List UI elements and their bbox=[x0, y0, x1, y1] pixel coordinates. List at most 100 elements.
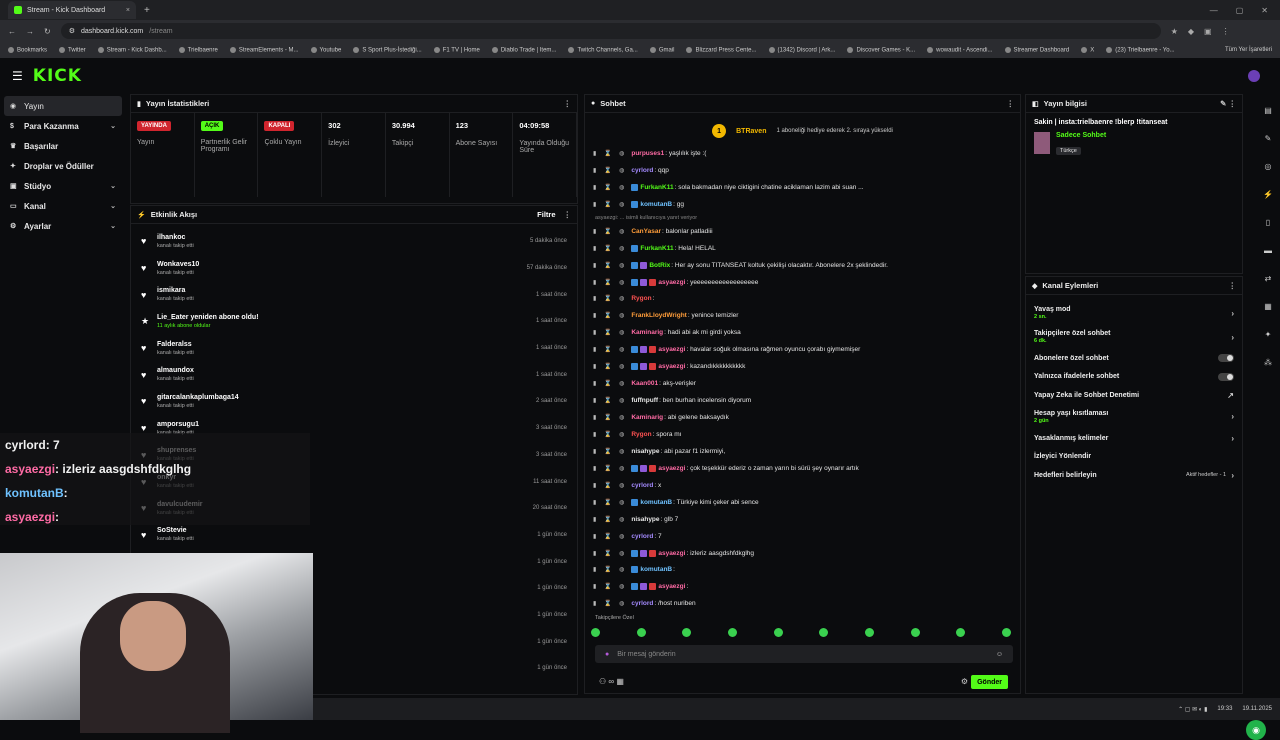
rail-file-icon[interactable]: ▯ bbox=[1256, 208, 1280, 236]
extension-icon[interactable]: ◆ bbox=[1188, 27, 1194, 36]
chat-username[interactable]: Rygon bbox=[631, 295, 651, 302]
chevron-right-icon[interactable]: › bbox=[1231, 333, 1234, 342]
bookmark-item[interactable]: wowaudit - Ascendi... bbox=[927, 46, 993, 53]
chat-username[interactable]: Kaminarig bbox=[631, 329, 663, 336]
rail-wrench-icon[interactable]: ✦ bbox=[1256, 320, 1280, 348]
toggle-switch[interactable] bbox=[1218, 354, 1234, 363]
hamburger-menu-icon[interactable]: ☰ bbox=[12, 69, 23, 83]
channel-action-item[interactable]: Hesap yaşı kısıtlaması 2 gün › bbox=[1026, 405, 1242, 429]
sidebar-item-5[interactable]: ▭ Kanal ⌄ bbox=[0, 196, 126, 216]
message-mod-tools-icon[interactable]: ▮ ⌛ ◍ bbox=[593, 533, 627, 540]
chat-settings-icon[interactable]: ⚙ bbox=[961, 677, 968, 686]
channel-action-item[interactable]: Yasaklanmış kelimeler › bbox=[1026, 429, 1242, 448]
message-mod-tools-icon[interactable]: ▮ ⌛ ◍ bbox=[593, 167, 627, 174]
top-gifter-name[interactable]: BTRaven bbox=[736, 128, 766, 135]
chat-username[interactable]: asyaezgi bbox=[658, 465, 685, 472]
rail-grid-icon[interactable]: ▦ bbox=[1256, 292, 1280, 320]
sidebar-item-1[interactable]: $ Para Kazanma ⌄ bbox=[0, 116, 126, 136]
category-name[interactable]: Sadece Sohbet bbox=[1056, 132, 1106, 139]
chat-username[interactable]: nisahype bbox=[631, 448, 659, 455]
channel-action-item[interactable]: Hedefleri belirleyin Aktif hedefler - 1 › bbox=[1026, 466, 1242, 485]
chat-tools-icon[interactable]: ⚇ ∞ ▦ bbox=[599, 677, 624, 686]
chevron-right-icon[interactable]: › bbox=[1231, 412, 1234, 421]
bookmark-item[interactable]: Twitter bbox=[59, 46, 86, 53]
chat-username[interactable]: FurkanK11 bbox=[640, 184, 673, 191]
chat-username[interactable]: CanYasar bbox=[631, 228, 661, 235]
bookmark-item[interactable]: StreamElements - M... bbox=[229, 46, 299, 53]
sidebar-item-4[interactable]: ▣ Stüdyo ⌄ bbox=[0, 176, 126, 196]
chat-username[interactable]: cyrlord bbox=[631, 482, 653, 489]
message-mod-tools-icon[interactable]: ▮ ⌛ ◍ bbox=[593, 550, 627, 557]
emote-icon[interactable] bbox=[1001, 628, 1011, 637]
bookmark-item[interactable]: F1 TV | Home bbox=[433, 46, 480, 53]
activity-name[interactable]: amporsugu1 bbox=[157, 421, 199, 428]
rail-camera-icon[interactable]: ◎ bbox=[1256, 152, 1280, 180]
minimize-icon[interactable]: — bbox=[1210, 6, 1218, 15]
new-tab-button[interactable]: + bbox=[144, 5, 150, 16]
bookmark-item[interactable]: Discover Games - K... bbox=[847, 46, 915, 53]
bookmark-item[interactable]: Blizzard Press Cente... bbox=[686, 46, 757, 53]
sidebar-item-3[interactable]: ✦ Droplar ve Ödüller bbox=[0, 156, 126, 176]
message-mod-tools-icon[interactable]: ▮ ⌛ ◍ bbox=[593, 414, 627, 421]
emote-icon[interactable] bbox=[819, 628, 829, 637]
emote-icon[interactable] bbox=[773, 628, 783, 637]
channel-action-item[interactable]: Abonelere özel sohbet bbox=[1026, 349, 1242, 368]
message-mod-tools-icon[interactable]: ▮ ⌛ ◍ bbox=[593, 583, 627, 590]
emote-icon[interactable] bbox=[591, 628, 600, 637]
mic-icon[interactable]: ● bbox=[605, 651, 609, 658]
activity-name[interactable]: ismikara bbox=[157, 287, 194, 294]
message-mod-tools-icon[interactable]: ▮ ⌛ ◍ bbox=[593, 566, 627, 573]
chat-username[interactable]: BotRix bbox=[649, 262, 670, 269]
sidebar-item-6[interactable]: ⚙ Ayarlar ⌄ bbox=[0, 216, 126, 236]
close-tab-icon[interactable]: × bbox=[126, 7, 130, 14]
chat-username[interactable]: FrankLloydWright bbox=[631, 312, 687, 319]
bookmark-item[interactable]: S Sport Plus-İstediği... bbox=[353, 46, 422, 53]
actions-more-icon[interactable]: ⋮ bbox=[1229, 281, 1237, 290]
bookmark-item[interactable]: (1342) Discord | Ark... bbox=[768, 46, 835, 53]
chat-username[interactable]: asyaezgi bbox=[658, 346, 685, 353]
emote-icon[interactable] bbox=[910, 628, 920, 637]
stats-more-icon[interactable]: ⋮ bbox=[564, 99, 572, 108]
emote-icon[interactable] bbox=[864, 628, 874, 637]
maximize-icon[interactable]: ▢ bbox=[1236, 6, 1244, 15]
rail-nodes-icon[interactable]: ⁂ bbox=[1256, 348, 1280, 376]
emoji-icon[interactable]: ☺ bbox=[996, 651, 1003, 658]
chat-username[interactable]: nisahype bbox=[631, 516, 659, 523]
message-mod-tools-icon[interactable]: ▮ ⌛ ◍ bbox=[593, 465, 627, 472]
chat-username[interactable]: cyrlord bbox=[631, 167, 653, 174]
message-mod-tools-icon[interactable]: ▮ ⌛ ◍ bbox=[593, 499, 627, 506]
site-info-icon[interactable]: ⚙ bbox=[69, 27, 75, 35]
bookmark-item[interactable]: Bookmarks bbox=[8, 46, 47, 53]
close-window-icon[interactable]: ✕ bbox=[1261, 6, 1268, 15]
bookmark-item[interactable]: Youtube bbox=[310, 46, 341, 53]
chevron-right-icon[interactable]: › bbox=[1231, 434, 1234, 443]
bookmark-item[interactable]: Twitch Channels, Ga... bbox=[568, 46, 638, 53]
chat-username[interactable]: asyaezgi bbox=[658, 279, 685, 286]
message-mod-tools-icon[interactable]: ▮ ⌛ ◍ bbox=[593, 363, 627, 370]
rail-link-icon[interactable]: ⇄ bbox=[1256, 264, 1280, 292]
chat-more-icon[interactable]: ⋮ bbox=[1007, 99, 1015, 108]
emote-icon[interactable] bbox=[682, 628, 692, 637]
message-mod-tools-icon[interactable]: ▮ ⌛ ◍ bbox=[593, 397, 627, 404]
activity-name[interactable]: almaundox bbox=[157, 367, 194, 374]
message-mod-tools-icon[interactable]: ▮ ⌛ ◍ bbox=[593, 431, 627, 438]
message-mod-tools-icon[interactable]: ▮ ⌛ ◍ bbox=[593, 516, 627, 523]
channel-action-item[interactable]: Yavaş mod 2 sn. › bbox=[1026, 301, 1242, 325]
message-mod-tools-icon[interactable]: ▮ ⌛ ◍ bbox=[593, 380, 627, 387]
rail-dashboard-icon[interactable]: ▤ bbox=[1256, 96, 1280, 124]
chat-username[interactable]: asyaezgi bbox=[658, 550, 685, 557]
activity-name[interactable]: gitarcalankaplumbaga14 bbox=[157, 394, 239, 401]
message-mod-tools-icon[interactable]: ▮ ⌛ ◍ bbox=[593, 295, 627, 302]
bookmark-item[interactable]: Trielbaenre bbox=[178, 46, 218, 53]
channel-action-item[interactable]: Yalnızca ifadelerle sohbet bbox=[1026, 368, 1242, 387]
chat-username[interactable]: Kaan001 bbox=[631, 380, 658, 387]
external-link-icon[interactable]: ↗ bbox=[1227, 391, 1234, 400]
chat-username[interactable]: Kaminarig bbox=[631, 414, 663, 421]
bookmark-item[interactable]: (23) Trielbaenre - Yo... bbox=[1106, 46, 1175, 53]
emote-icon[interactable] bbox=[636, 628, 646, 637]
toggle-switch[interactable] bbox=[1218, 372, 1234, 381]
chevron-down-icon[interactable]: ⌄ bbox=[110, 222, 116, 230]
edit-icon[interactable]: ✎ ⋮ bbox=[1220, 99, 1236, 108]
message-mod-tools-icon[interactable]: ▮ ⌛ ◍ bbox=[593, 346, 627, 353]
chevron-right-icon[interactable]: › bbox=[1231, 309, 1234, 318]
